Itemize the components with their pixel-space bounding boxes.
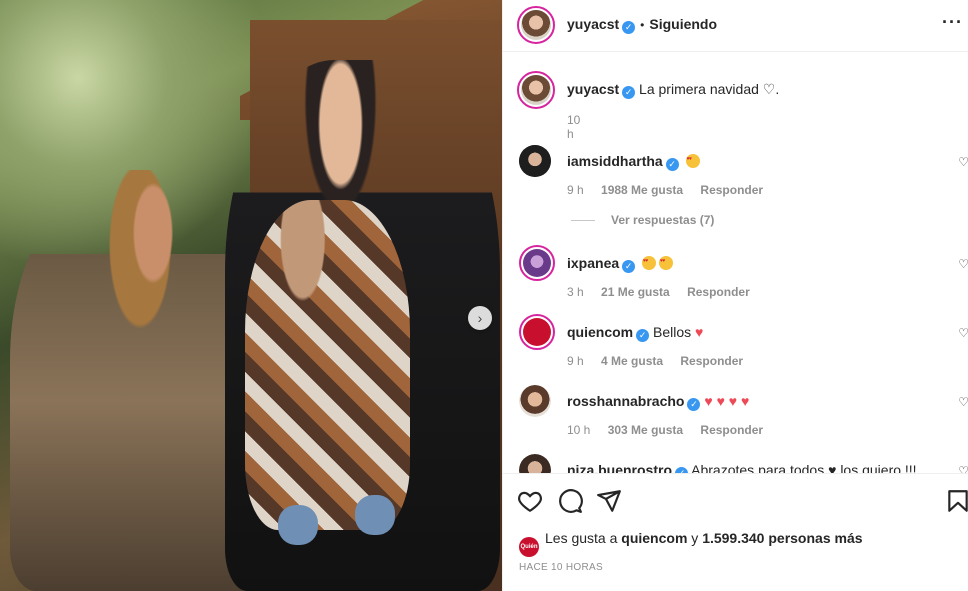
- likes-prefix: Les gusta a: [545, 530, 618, 546]
- comment-time: 10 h: [567, 423, 591, 437]
- verified-badge-icon: ✓: [622, 86, 636, 99]
- liker-avatar[interactable]: Quién: [519, 537, 539, 557]
- red-heart-emoji-icon: ♥ ♥ ♥ ♥: [704, 393, 750, 409]
- reply-button[interactable]: Responder: [687, 285, 750, 299]
- post-photo[interactable]: ›: [0, 0, 502, 591]
- next-photo-arrow-icon[interactable]: ›: [468, 306, 492, 330]
- verified-badge-icon: ✓: [665, 158, 679, 171]
- reply-button[interactable]: Responder: [700, 183, 763, 197]
- caption-body: yuyacst ✓ La primera navidad ♡.: [567, 81, 780, 99]
- commenter-username[interactable]: ixpanea: [567, 255, 619, 271]
- reply-button[interactable]: Responder: [680, 354, 743, 368]
- heart-outline-icon: ♡: [762, 81, 776, 97]
- verified-badge-icon: ✓: [622, 21, 636, 34]
- author-name-row: yuyacst ✓ • Siguiendo: [567, 16, 717, 34]
- comment-item: ixpanea✓ 3 h 21 Me gusta Responder ♡: [517, 245, 968, 307]
- like-comment-icon[interactable]: ♡: [958, 155, 968, 169]
- comment-item: iamsiddhartha✓ 9 h 1988 Me gusta Respond…: [517, 145, 968, 205]
- following-button[interactable]: Siguiendo: [649, 16, 717, 32]
- red-heart-emoji-icon: ♥: [695, 324, 704, 340]
- comment-text: rosshannabracho ✓ ♥ ♥ ♥ ♥: [567, 393, 749, 411]
- caption-time: 10 h: [567, 113, 581, 141]
- save-bookmark-icon[interactable]: [945, 488, 968, 514]
- comment-item: niza.buenrostro ✓ Abrazotes para todos ♥ …: [517, 454, 968, 473]
- reply-button[interactable]: Responder: [700, 423, 763, 437]
- like-comment-icon[interactable]: ♡: [958, 395, 968, 409]
- comment-meta: 9 h 1988 Me gusta Responder: [567, 183, 777, 197]
- likes-count[interactable]: 1.599.340 personas más: [702, 530, 862, 546]
- heart-eyes-emoji-icon: [642, 256, 657, 270]
- commenter-avatar[interactable]: [519, 385, 551, 417]
- author-avatar[interactable]: [517, 6, 555, 44]
- heart-eyes-emoji-icon: [685, 154, 700, 168]
- view-replies-button[interactable]: Ver respuestas (7): [571, 213, 714, 227]
- comment-likes[interactable]: 1988 Me gusta: [601, 183, 683, 197]
- heart-eyes-emoji-icon: [659, 256, 674, 270]
- more-options-icon[interactable]: ···: [942, 12, 963, 33]
- share-icon[interactable]: [596, 488, 622, 514]
- author-username[interactable]: yuyacst: [567, 16, 619, 32]
- separator-dot: •: [640, 18, 645, 32]
- like-comment-icon[interactable]: ♡: [958, 257, 968, 271]
- like-comment-icon[interactable]: ♡: [958, 464, 968, 473]
- comment-text: ixpanea ✓: [567, 255, 674, 273]
- comments-list[interactable]: yuyacst ✓ La primera navidad ♡. 10 h iams…: [503, 53, 968, 473]
- likes-joiner: y: [691, 530, 699, 546]
- verified-badge-icon: ✓: [687, 398, 701, 411]
- like-post-icon[interactable]: [517, 488, 543, 514]
- comment-text: iamsiddhartha ✓: [567, 153, 700, 171]
- commenter-avatar[interactable]: [519, 314, 555, 350]
- post-timestamp[interactable]: HACE 10 HORAS: [519, 562, 603, 573]
- comment-meta: 9 h 4 Me gusta Responder: [567, 354, 757, 368]
- commenter-username[interactable]: rosshannabracho: [567, 393, 684, 409]
- photo-baby-foot: [278, 505, 318, 545]
- verified-badge-icon: ✓: [636, 329, 650, 342]
- comment-item: rosshannabracho ✓ ♥ ♥ ♥ ♥ 10 h 303 Me gus…: [517, 385, 968, 445]
- commenter-avatar[interactable]: [519, 145, 551, 177]
- comment-icon[interactable]: [557, 488, 583, 514]
- comment-meta: 10 h 303 Me gusta Responder: [567, 423, 777, 437]
- comment-likes[interactable]: 303 Me gusta: [608, 423, 683, 437]
- comment-text: niza.buenrostro ✓ Abrazotes para todos ♥ …: [567, 462, 917, 473]
- post-sidebar: yuyacst ✓ • Siguiendo ··· yuyacst ✓ La prime…: [502, 0, 968, 591]
- commenter-username[interactable]: niza.buenrostro: [567, 462, 672, 473]
- photo-baby-foot: [355, 495, 395, 535]
- verified-badge-icon: ✓: [622, 260, 636, 273]
- comment-time: 3 h: [567, 285, 584, 299]
- liker-username[interactable]: quiencom: [621, 530, 687, 546]
- post-actions: Quién Les gusta a quiencom y 1.599.340 pe…: [503, 473, 968, 591]
- caption-text: La primera navidad: [639, 81, 759, 97]
- comment-likes[interactable]: 4 Me gusta: [601, 354, 663, 368]
- commenter-avatar[interactable]: [519, 454, 551, 473]
- likes-summary: Quién Les gusta a quiencom y 1.599.340 pe…: [519, 530, 863, 557]
- comment-time: 9 h: [567, 354, 584, 368]
- comment-body: Bellos: [653, 324, 692, 340]
- photo-baby: [245, 200, 410, 530]
- commenter-username[interactable]: quiencom: [567, 324, 633, 340]
- replies-line: [571, 220, 595, 222]
- comment-item: quiencom ✓ Bellos ♥ 9 h 4 Me gusta Respon…: [517, 314, 968, 376]
- comment-likes[interactable]: 21 Me gusta: [601, 285, 670, 299]
- comment-meta: 3 h 21 Me gusta Responder: [567, 285, 764, 299]
- comment-time: 9 h: [567, 183, 584, 197]
- post-header: yuyacst ✓ • Siguiendo ···: [503, 0, 968, 52]
- comment-text: quiencom ✓ Bellos ♥: [567, 324, 703, 342]
- commenter-avatar[interactable]: [519, 245, 555, 281]
- commenter-username[interactable]: iamsiddhartha: [567, 153, 663, 169]
- like-comment-icon[interactable]: ♡: [958, 326, 968, 340]
- caption-username[interactable]: yuyacst: [567, 81, 619, 97]
- comment-body: Abrazotes para todos ♥ los quiero !!!: [691, 462, 917, 473]
- caption-avatar[interactable]: [517, 71, 555, 109]
